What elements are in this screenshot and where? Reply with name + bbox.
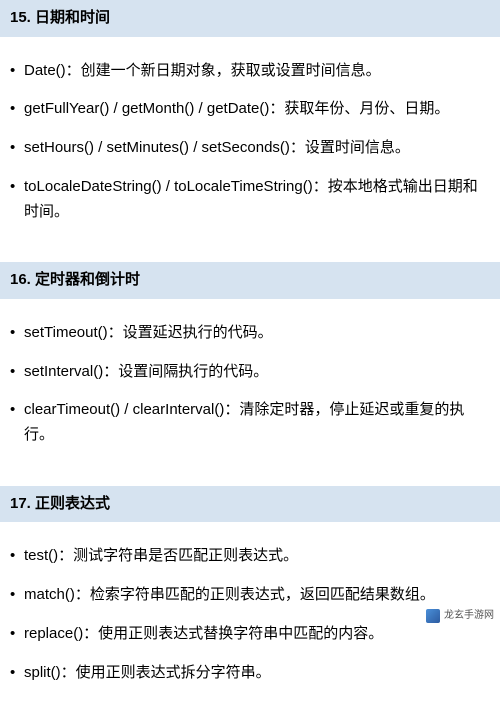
list-item: Date()：创建一个新日期对象，获取或设置时间信息。 — [10, 59, 490, 84]
list-item: match()：检索字符串匹配的正则表达式，返回匹配结果数组。 — [10, 583, 490, 608]
section-header-15: 15. 日期和时间 — [0, 0, 500, 37]
list-item: toLocaleDateString() / toLocaleTimeStrin… — [10, 175, 490, 225]
list-item: setHours() / setMinutes() / setSeconds()… — [10, 136, 490, 161]
section-items-15: Date()：创建一个新日期对象，获取或设置时间信息。 getFullYear(… — [0, 37, 500, 243]
watermark-text: 龙玄手游网 — [444, 608, 494, 623]
list-item: test()：测试字符串是否匹配正则表达式。 — [10, 544, 490, 569]
section-header-16: 16. 定时器和倒计时 — [0, 262, 500, 299]
list-item: split()：使用正则表达式拆分字符串。 — [10, 661, 490, 686]
watermark: 龙玄手游网 — [426, 608, 494, 623]
list-item: getFullYear() / getMonth() / getDate()：获… — [10, 97, 490, 122]
section-items-17: test()：测试字符串是否匹配正则表达式。 match()：检索字符串匹配的正… — [0, 522, 500, 703]
list-item: replace()：使用正则表达式替换字符串中匹配的内容。 — [10, 622, 490, 647]
watermark-icon — [426, 609, 440, 623]
list-item: setTimeout()：设置延迟执行的代码。 — [10, 321, 490, 346]
section-header-17: 17. 正则表达式 — [0, 486, 500, 523]
list-item: clearTimeout() / clearInterval()：清除定时器，停… — [10, 398, 490, 448]
list-item: setInterval()：设置间隔执行的代码。 — [10, 360, 490, 385]
section-items-16: setTimeout()：设置延迟执行的代码。 setInterval()：设置… — [0, 299, 500, 466]
